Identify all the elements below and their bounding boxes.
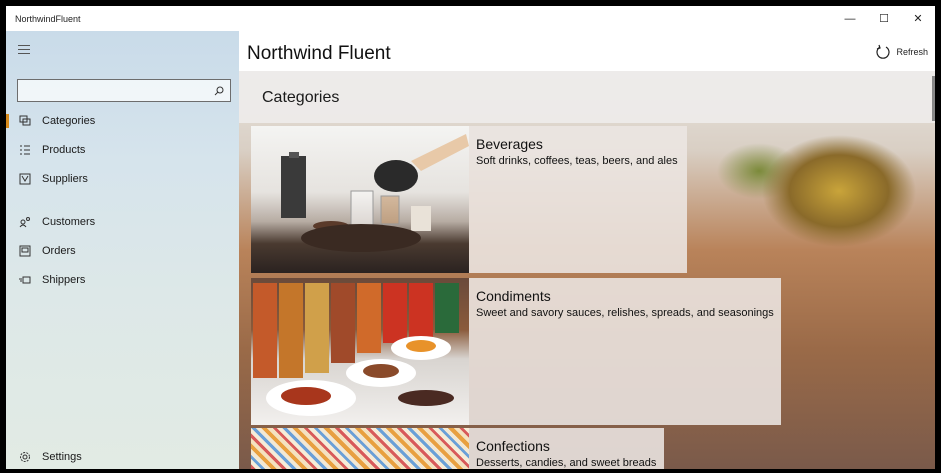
suppliers-icon — [18, 172, 32, 186]
hamburger-menu-icon[interactable] — [18, 45, 30, 55]
minimize-button[interactable]: — — [833, 6, 867, 31]
refresh-button[interactable]: Refresh — [875, 44, 928, 60]
nav-item-orders[interactable]: Orders — [6, 237, 239, 265]
refresh-label: Refresh — [896, 47, 928, 57]
main-content: Northwind Fluent Refresh Categories Beve… — [239, 31, 935, 469]
category-name: Confections — [476, 438, 550, 454]
shippers-icon — [18, 273, 32, 287]
beverages-image — [251, 126, 469, 273]
category-text: Beverages Soft drinks, coffees, teas, be… — [469, 126, 687, 273]
category-name: Beverages — [476, 136, 543, 152]
category-description: Soft drinks, coffees, teas, beers, and a… — [476, 155, 678, 167]
category-text: Confections Desserts, candies, and sweet… — [469, 428, 664, 469]
confections-image — [251, 428, 469, 469]
page-header: Categories — [239, 71, 935, 123]
category-card-condiments[interactable]: Condiments Sweet and savory sauces, reli… — [251, 278, 781, 425]
nav-label: Products — [42, 144, 86, 156]
category-text: Condiments Sweet and savory sauces, reli… — [469, 278, 781, 425]
search-icon[interactable] — [214, 86, 224, 96]
nav-item-shippers[interactable]: Shippers — [6, 266, 239, 294]
app-header: Northwind Fluent Refresh — [239, 31, 935, 71]
nav-label: Suppliers — [42, 173, 88, 185]
gear-icon — [18, 450, 32, 464]
scrollbar[interactable] — [932, 76, 935, 121]
categories-icon — [18, 114, 32, 128]
app-window: NorthwindFluent — ☐ ✕ Categories Product… — [6, 6, 935, 469]
category-description: Sweet and savory sauces, relishes, sprea… — [476, 307, 774, 319]
nav-label: Customers — [42, 216, 96, 228]
category-card-beverages[interactable]: Beverages Soft drinks, coffees, teas, be… — [251, 126, 687, 273]
refresh-icon — [876, 44, 891, 59]
nav-item-products[interactable]: Products — [6, 136, 239, 164]
products-icon — [18, 143, 32, 157]
nav-label: Orders — [42, 245, 76, 257]
category-name: Condiments — [476, 288, 551, 304]
maximize-button[interactable]: ☐ — [867, 6, 901, 31]
settings-label: Settings — [42, 451, 82, 463]
nav-label: Categories — [42, 115, 96, 127]
nav-item-categories[interactable]: Categories — [6, 107, 239, 135]
category-description: Desserts, candies, and sweet breads — [476, 457, 657, 469]
nav-item-customers[interactable]: Customers — [6, 208, 239, 236]
close-button[interactable]: ✕ — [901, 6, 935, 31]
title-bar: NorthwindFluent — ☐ ✕ — [6, 6, 935, 31]
window-title: NorthwindFluent — [15, 13, 81, 24]
nav-item-settings[interactable]: Settings — [6, 443, 239, 469]
customers-icon — [18, 215, 32, 229]
page-title: Categories — [262, 89, 340, 106]
sidebar: Categories Products Suppliers Customers … — [6, 31, 239, 469]
category-card-confections[interactable]: Confections Desserts, candies, and sweet… — [251, 428, 664, 469]
nav-label: Shippers — [42, 274, 86, 286]
app-title: Northwind Fluent — [247, 43, 391, 64]
nav-item-suppliers[interactable]: Suppliers — [6, 165, 239, 193]
orders-icon — [18, 244, 32, 258]
search-box[interactable] — [17, 79, 231, 102]
condiments-image — [251, 278, 469, 425]
